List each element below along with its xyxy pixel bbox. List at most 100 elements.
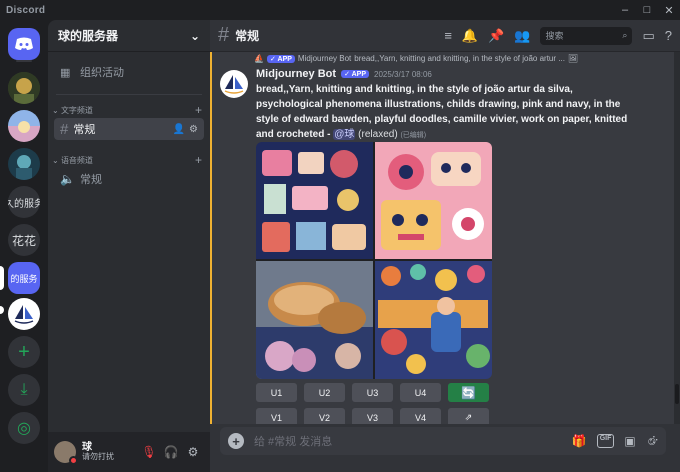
composer-tools: 🎁 GIF ▣ ☺	[572, 434, 658, 448]
calendar-icon: ▦	[60, 66, 71, 79]
scrollbar-thumb[interactable]	[675, 384, 679, 404]
discover-button[interactable]: ◎	[8, 412, 40, 444]
bell-icon[interactable]: 🔔	[462, 28, 478, 44]
channel-label: 常规	[73, 124, 96, 136]
image-grid[interactable]	[256, 142, 492, 379]
pin-icon[interactable]: 📌	[488, 28, 504, 44]
user-status: 请勿打扰	[82, 452, 114, 462]
reply-author: Midjourney Bot	[297, 54, 352, 63]
prompt-separator: -	[324, 129, 334, 140]
window-controls: – □ ✕	[614, 0, 680, 20]
avatar[interactable]	[54, 441, 78, 465]
server-icon-5[interactable]: 花花	[8, 224, 40, 256]
v1-button[interactable]: V1	[256, 408, 297, 424]
title-bar: Discord – □ ✕	[0, 0, 680, 20]
message-composer[interactable]: + 给 #常规 发消息 🎁 GIF ▣ ☺	[220, 427, 666, 455]
category-label: 语音频道	[60, 155, 93, 165]
server-avatar-icon	[8, 148, 40, 180]
rail-separator	[16, 60, 32, 62]
mode-text: (relaxed)	[355, 129, 398, 140]
hash-icon: #	[218, 24, 230, 46]
search-input[interactable]: 搜索 ⌕	[540, 26, 633, 45]
user-panel: 球 请勿打扰 🎙 🎧 ⚙	[48, 432, 210, 472]
sailboat-icon	[224, 75, 244, 94]
user-info[interactable]: 球 请勿打扰	[82, 442, 138, 462]
channel-header: # 常规 ≡ 🔔 📌 👥 搜索 ⌕ ▭ ?	[210, 20, 680, 52]
app-badge: ✓ APP	[341, 70, 370, 78]
add-server-button[interactable]: +	[8, 336, 40, 368]
invite-icon[interactable]: 👤	[173, 124, 185, 135]
gear-icon[interactable]: ⚙	[189, 124, 198, 135]
search-icon: ⌕	[622, 30, 628, 40]
active-server-pill	[0, 266, 4, 290]
headphones-icon[interactable]: 🎧	[160, 445, 182, 459]
apps-icon[interactable]: ⁘	[648, 432, 660, 449]
close-button[interactable]: ✕	[658, 0, 680, 20]
timestamp: 2025/3/17 08:06	[374, 69, 432, 79]
u3-button[interactable]: U3	[352, 383, 393, 402]
settings-gear-icon[interactable]: ⚙	[182, 445, 204, 459]
author-name[interactable]: Midjourney Bot	[256, 68, 336, 80]
search-placeholder: 搜索	[545, 31, 564, 41]
gif-button[interactable]: GIF	[596, 434, 615, 448]
sidebar-divider	[56, 94, 202, 95]
reply-preview[interactable]: ⛵ ✓ APP Midjourney Bot bread,,Yarn, knit…	[254, 54, 578, 63]
upscale-buttons: U1 U2 U3 U4 🔄	[256, 383, 489, 402]
server-icon-2[interactable]	[8, 110, 40, 142]
gift-icon[interactable]: 🎁	[572, 434, 587, 448]
user-mention[interactable]: @球	[333, 129, 356, 140]
header-toolbar: ≡ 🔔 📌 👥 搜索 ⌕ ▭ ?	[444, 26, 672, 45]
members-icon[interactable]: 👥	[514, 28, 530, 44]
u4-button[interactable]: U4	[400, 383, 441, 402]
channel-sidebar: 球的服务器 ⌄ ▦ 组织活动 ⌄ 文字频道 + # 常规 👤 ⚙ ⌄ 语音频道 …	[48, 20, 210, 432]
app-badge: ✓ APP	[266, 54, 295, 63]
channel-item-voice-general[interactable]: 🔈 常规	[54, 168, 204, 190]
add-channel-icon[interactable]: +	[195, 153, 202, 167]
v2-button[interactable]: V2	[304, 408, 345, 424]
v4-button[interactable]: V4	[400, 408, 441, 424]
scrollbar[interactable]	[674, 52, 680, 424]
category-voice-channels[interactable]: ⌄ 语音频道 +	[52, 152, 206, 168]
image-quadrant-2	[375, 142, 492, 259]
reply-text: bread,,Yarn, knitting and knitting, in t…	[354, 54, 565, 63]
sticker-icon[interactable]: ▣	[624, 434, 635, 448]
composer-placeholder: 给 #常规 发消息	[254, 436, 333, 448]
server-icon-midjourney[interactable]	[8, 298, 40, 330]
mute-mic-icon[interactable]: 🎙	[138, 445, 160, 459]
server-icon-1[interactable]	[8, 72, 40, 104]
events-item[interactable]: ▦ 组织活动	[56, 60, 202, 84]
refresh-icon: 🔄	[461, 385, 476, 400]
message-content: bread,,Yarn, knitting and knitting, in t…	[256, 82, 638, 143]
mention-highlight-bar	[210, 52, 212, 424]
help-icon[interactable]: ?	[665, 28, 672, 43]
maximize-button[interactable]: □	[636, 0, 658, 20]
inbox-icon[interactable]: ▭	[642, 28, 654, 44]
bot-avatar[interactable]	[220, 70, 248, 98]
server-header[interactable]: 球的服务器 ⌄	[48, 20, 210, 52]
open-web-button[interactable]: ⇗	[448, 408, 489, 424]
app-name: Discord	[6, 4, 46, 16]
minimize-button[interactable]: –	[614, 0, 636, 20]
image-quadrant-4	[375, 261, 492, 379]
attach-plus-icon[interactable]: +	[228, 433, 244, 449]
threads-icon[interactable]: ≡	[444, 28, 452, 43]
hash-icon: #	[60, 120, 69, 138]
u1-button[interactable]: U1	[256, 383, 297, 402]
v3-button[interactable]: V3	[352, 408, 393, 424]
server-icon-active[interactable]: 的服务	[8, 262, 40, 294]
channel-title: 常规	[235, 29, 260, 43]
server-icon-3[interactable]	[8, 148, 40, 180]
u2-button[interactable]: U2	[304, 383, 345, 402]
external-link-icon: ⇗	[464, 412, 473, 422]
home-button[interactable]	[8, 28, 40, 60]
reroll-button[interactable]: 🔄	[448, 383, 489, 402]
chevron-down-icon: ⌄	[52, 105, 61, 115]
download-apps-button[interactable]: ⤓	[8, 374, 40, 406]
variation-buttons: V1 V2 V3 V4 ⇗	[256, 408, 489, 424]
category-text-channels[interactable]: ⌄ 文字频道 +	[52, 102, 206, 118]
server-avatar-icon	[8, 72, 40, 104]
add-channel-icon[interactable]: +	[195, 103, 202, 117]
speaker-icon: 🔈	[60, 172, 75, 186]
server-icon-4[interactable]: 久的服务	[8, 186, 40, 218]
channel-item-text-general[interactable]: # 常规 👤 ⚙	[54, 118, 204, 140]
